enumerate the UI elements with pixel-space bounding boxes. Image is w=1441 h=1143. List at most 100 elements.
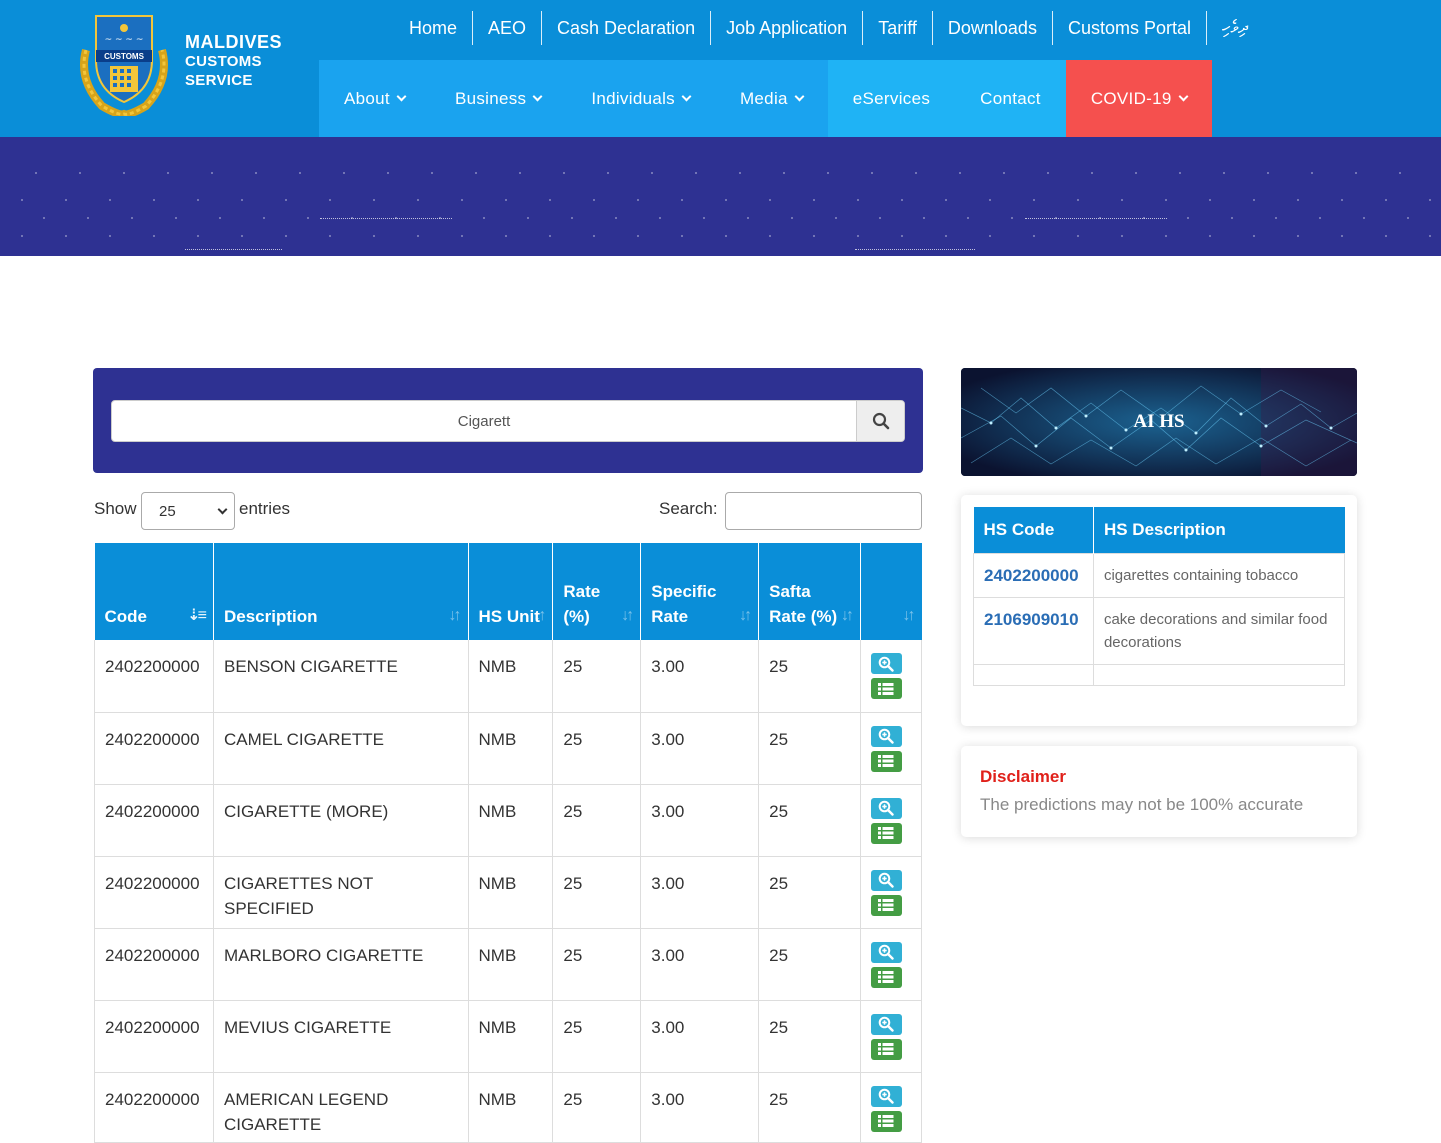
site-logo[interactable]: CUSTOMS ~ ~ ~ ~ MALDIVES CUSTOMS SERVICE [74, 10, 294, 118]
view-details-button[interactable] [870, 941, 902, 963]
column-header-label: HS Unit [478, 607, 540, 626]
column-header-code[interactable]: Code ⇣≡ [94, 543, 214, 640]
sort-icon: ↓↑ [621, 607, 634, 624]
main-nav-label: Business [454, 88, 527, 108]
ai-hs-empty-cell [1092, 663, 1346, 686]
view-details-button[interactable] [870, 1013, 902, 1035]
view-list-button[interactable] [870, 750, 902, 772]
main-nav-label: eServices [852, 88, 931, 108]
main-nav-media[interactable]: Media [714, 60, 828, 137]
cell-rate: 25 [552, 856, 642, 929]
cell-description: CIGARETTES NOT SPECIFIED [213, 856, 469, 929]
view-list-button[interactable] [870, 894, 902, 916]
row-actions [870, 1013, 911, 1060]
list-icon [878, 1115, 894, 1127]
cell-description: BENSON CIGARETTE [213, 640, 469, 713]
top-nav-home[interactable]: Home [394, 11, 474, 45]
banner-dot-row [0, 235, 1441, 237]
top-nav-customs-portal[interactable]: Customs Portal [1053, 11, 1207, 45]
zoom-in-icon [879, 728, 895, 744]
cell-specific-rate: 3.00 [640, 640, 760, 713]
view-details-button[interactable] [870, 725, 902, 747]
table-row: 2402200000 MARLBORO CIGARETTE NMB 25 3.0… [94, 928, 923, 1001]
top-nav-downloads[interactable]: Downloads [933, 11, 1053, 45]
row-actions [870, 797, 911, 844]
ai-hs-table: HS Code HS Description 2402200000 cigare… [973, 507, 1346, 686]
main-nav-eservices[interactable]: eServices [827, 60, 956, 137]
main-nav-covid-19[interactable]: COVID-19 [1065, 60, 1212, 137]
view-list-button[interactable] [870, 1038, 902, 1060]
ai-hs-code-link[interactable]: 2402200000 [973, 552, 1094, 598]
tariff-search-panel: Cigarett [93, 368, 923, 473]
cell-actions [860, 1072, 923, 1143]
column-header-description[interactable]: Description ↓↑ [213, 543, 469, 640]
row-actions [870, 1085, 911, 1132]
cell-code: 2402200000 [94, 784, 214, 857]
ai-hs-code-link[interactable]: 2106909010 [973, 596, 1094, 665]
svg-text:CUSTOMS: CUSTOMS [104, 52, 145, 61]
row-actions [870, 653, 911, 699]
table-search-label: Search: [659, 499, 718, 518]
table-row: 2402200000 MEVIUS CIGARETTE NMB 25 3.00 … [94, 1000, 923, 1073]
main-nav-about[interactable]: About [319, 60, 430, 137]
column-header-actions[interactable]: ↓↑ [860, 543, 922, 640]
ai-hs-banner: AI HS [961, 368, 1357, 476]
table-header-row: Code ⇣≡ Description ↓↑ HS Unit ↓↑ Rate (%) ↓… [94, 543, 922, 640]
view-details-button[interactable] [870, 869, 902, 891]
main-nav-contact[interactable]: Contact [955, 60, 1066, 137]
zoom-in-icon [879, 944, 895, 960]
cell-specific-rate: 3.00 [640, 856, 760, 929]
cell-code: 2402200000 [94, 712, 214, 785]
view-list-button[interactable] [870, 678, 902, 699]
top-nav-job-application[interactable]: Job Application [711, 11, 864, 45]
top-nav-aeo[interactable]: AEO [473, 11, 543, 45]
cell-actions [860, 784, 923, 857]
table-row: 2402200000 BENSON CIGARETTE NMB 25 3.00 … [94, 640, 923, 713]
disclaimer-card: Disclaimer The predictions may not be 10… [961, 746, 1357, 837]
cell-specific-rate: 3.00 [640, 1072, 760, 1143]
main-nav-label: Media [739, 88, 788, 108]
chevron-down-icon [1178, 91, 1189, 102]
cell-safta-rate: 25 [758, 712, 861, 785]
cell-description: MEVIUS CIGARETTE [213, 1000, 469, 1073]
column-header-rate[interactable]: Rate (%) ↓↑ [552, 543, 642, 640]
column-header-safta-rate[interactable]: Safta Rate (%) ↓↑ [758, 543, 861, 640]
view-details-button[interactable] [870, 1085, 902, 1107]
column-header-hs-unit[interactable]: HS Unit ↓↑ [468, 543, 554, 640]
view-list-button[interactable] [870, 822, 902, 844]
table-row: 2402200000 CAMEL CIGARETTE NMB 25 3.00 2… [94, 712, 923, 785]
disclaimer-text: The predictions may not be 100% accurate [980, 795, 1304, 814]
view-list-button[interactable] [870, 1110, 902, 1132]
chevron-down-icon [396, 91, 407, 102]
cell-actions [860, 640, 923, 713]
banner-dotted-line [1025, 218, 1167, 219]
ai-hs-header-code: HS Code [973, 507, 1094, 553]
view-details-button[interactable] [870, 653, 902, 674]
table-search-input[interactable] [725, 492, 922, 530]
cell-actions [860, 1000, 923, 1073]
top-nav-cash-declaration[interactable]: Cash Declaration [542, 11, 712, 45]
view-details-button[interactable] [870, 797, 902, 819]
language-toggle-dhivehi[interactable]: ދިވެހި [1207, 11, 1263, 45]
zoom-in-icon [879, 800, 895, 816]
sort-icon: ↓↑ [902, 607, 916, 624]
page-size-select[interactable]: 25 [141, 492, 235, 530]
cell-description: AMERICAN LEGEND CIGARETTE [213, 1072, 469, 1143]
top-nav-tariff[interactable]: Tariff [863, 11, 933, 45]
column-header-specific-rate[interactable]: Specific Rate ↓↑ [640, 543, 760, 640]
list-icon [878, 899, 894, 911]
zoom-in-icon [879, 1088, 895, 1104]
tariff-search-input[interactable]: Cigarett [112, 401, 856, 441]
view-list-button[interactable] [870, 966, 902, 988]
cell-description: CAMEL CIGARETTE [213, 712, 469, 785]
cell-rate: 25 [552, 712, 642, 785]
list-icon [878, 755, 894, 767]
tariff-search-box: Cigarett [111, 400, 905, 442]
tariff-search-button[interactable] [856, 401, 904, 441]
main-nav-label: COVID-19 [1090, 88, 1172, 108]
tariff-results-table: Code ⇣≡ Description ↓↑ HS Unit ↓↑ Rate (%) ↓… [94, 543, 923, 1143]
main-nav-individuals[interactable]: Individuals [566, 60, 715, 137]
banner-dotted-line [185, 249, 282, 250]
entries-label: entries [239, 499, 291, 518]
main-nav-business[interactable]: Business [429, 60, 567, 137]
